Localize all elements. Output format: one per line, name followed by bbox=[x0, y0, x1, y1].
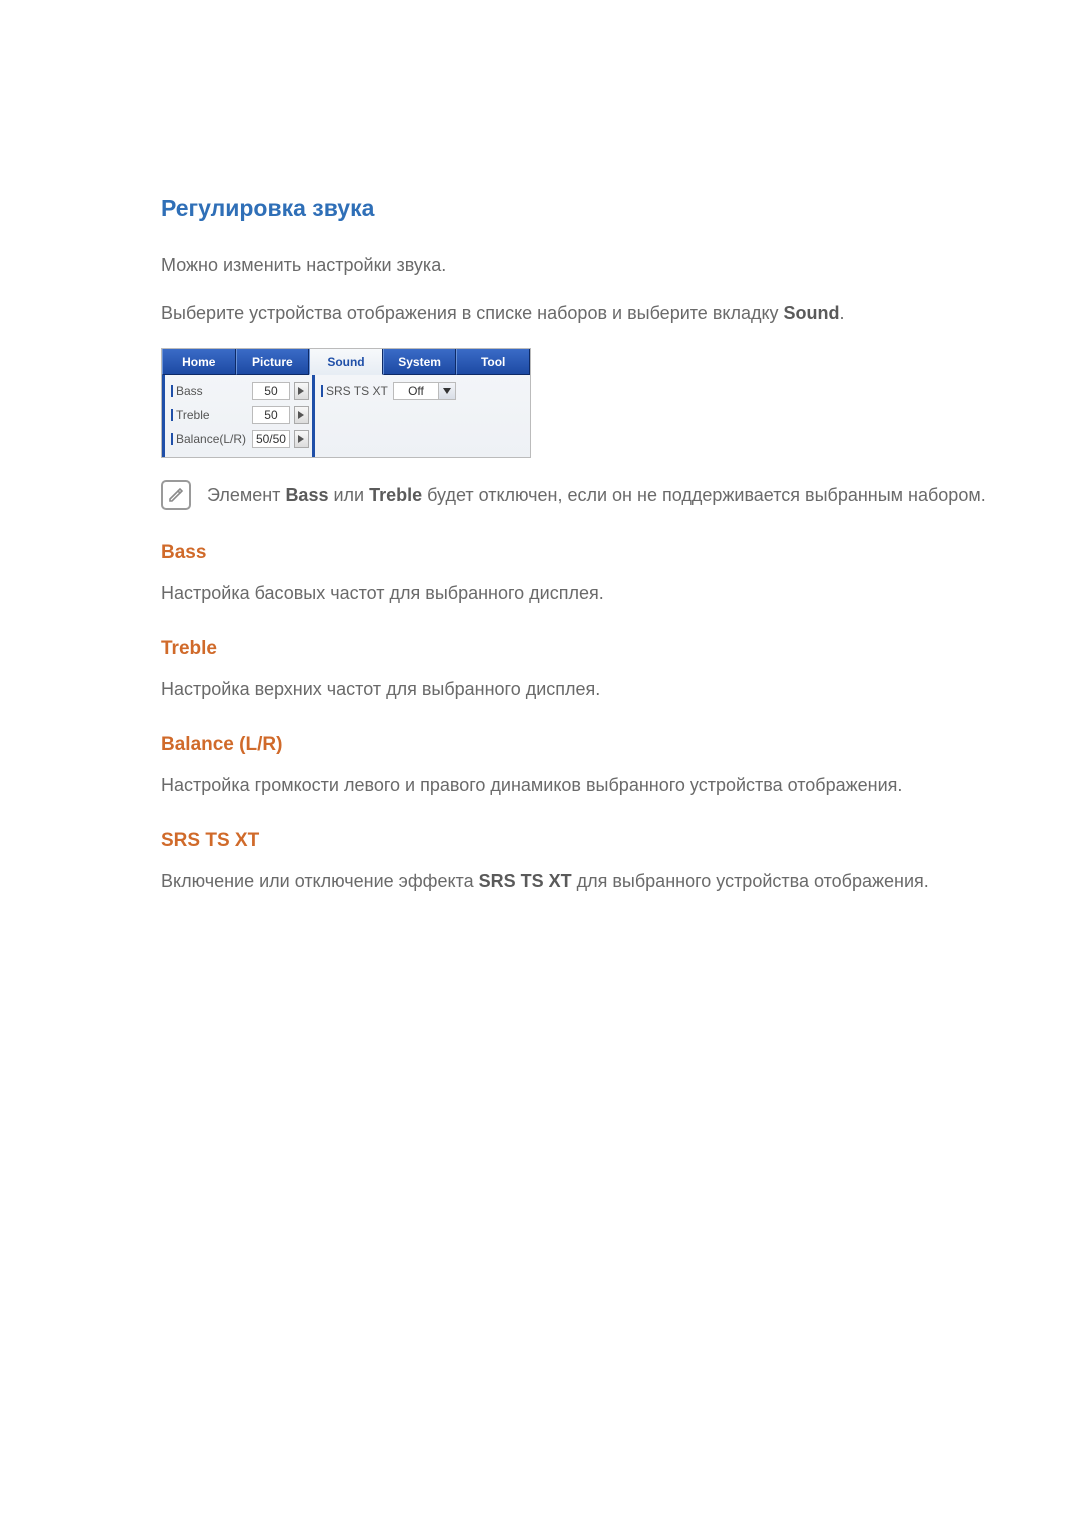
tab-picture[interactable]: Picture bbox=[236, 349, 310, 375]
srs-p-prefix: Включение или отключение эффекта bbox=[161, 871, 479, 891]
bass-value[interactable]: 50 bbox=[252, 382, 290, 400]
srs-p-bold: SRS TS XT bbox=[479, 871, 572, 891]
settings-col-left: Bass 50 Treble 50 Balance(L/R) 50/50 bbox=[165, 375, 315, 457]
treble-paragraph: Настройка верхних частот для выбранного … bbox=[161, 676, 990, 702]
srs-paragraph: Включение или отключение эффекта SRS TS … bbox=[161, 868, 990, 894]
bass-field-label-text: Bass bbox=[176, 384, 203, 398]
balance-field-label: Balance(L/R) bbox=[171, 432, 248, 446]
bass-heading: Bass bbox=[161, 542, 990, 564]
balance-paragraph: Настройка громкости левого и правого дин… bbox=[161, 772, 990, 798]
bass-paragraph: Настройка басовых частот для выбранного … bbox=[161, 580, 990, 606]
tab-tool[interactable]: Tool bbox=[456, 349, 530, 375]
bass-stepper-button[interactable] bbox=[294, 382, 309, 400]
note-mid: или bbox=[328, 485, 369, 505]
note-prefix: Элемент bbox=[207, 485, 285, 505]
note-suffix: будет отключен, если он не поддерживаетс… bbox=[422, 485, 986, 505]
treble-value[interactable]: 50 bbox=[252, 406, 290, 424]
note-text: Элемент Bass или Treble будет отключен, … bbox=[207, 485, 986, 506]
srs-field-label-text: SRS TS XT bbox=[326, 384, 388, 398]
balance-heading: Balance (L/R) bbox=[161, 734, 990, 756]
treble-stepper-button[interactable] bbox=[294, 406, 309, 424]
tab-home[interactable]: Home bbox=[162, 349, 236, 375]
treble-field-label-text: Treble bbox=[176, 408, 210, 422]
balance-value[interactable]: 50/50 bbox=[252, 430, 290, 448]
srs-dropdown-value: Off bbox=[394, 383, 438, 399]
settings-col-right: SRS TS XT Off bbox=[312, 375, 462, 457]
treble-field-label: Treble bbox=[171, 408, 248, 422]
intro2-suffix: . bbox=[840, 303, 845, 323]
balance-stepper-button[interactable] bbox=[294, 430, 309, 448]
intro-line-2: Выберите устройства отображения в списке… bbox=[161, 300, 990, 326]
note-bold-1: Bass bbox=[285, 485, 328, 505]
tab-system[interactable]: System bbox=[383, 349, 457, 375]
srs-p-suffix: для выбранного устройства отображения. bbox=[572, 871, 929, 891]
treble-heading: Treble bbox=[161, 638, 990, 660]
triangle-right-icon bbox=[298, 387, 304, 395]
srs-dropdown[interactable]: Off bbox=[393, 382, 456, 400]
row-balance: Balance(L/R) 50/50 bbox=[171, 427, 309, 451]
pencil-icon bbox=[167, 486, 185, 504]
triangle-right-icon bbox=[298, 411, 304, 419]
balance-field-label-text: Balance(L/R) bbox=[176, 432, 246, 446]
intro2-prefix: Выберите устройства отображения в списке… bbox=[161, 303, 784, 323]
row-bass: Bass 50 bbox=[171, 379, 309, 403]
settings-body: Bass 50 Treble 50 Balance(L/R) 50/50 bbox=[162, 375, 530, 457]
row-treble: Treble 50 bbox=[171, 403, 309, 427]
section-title: Регулировка звука bbox=[161, 195, 990, 222]
chevron-down-icon bbox=[443, 388, 451, 394]
note-icon bbox=[161, 480, 191, 510]
row-srs: SRS TS XT Off bbox=[321, 379, 456, 403]
srs-field-label: SRS TS XT bbox=[321, 384, 389, 398]
sound-settings-panel: Home Picture Sound System Tool Bass 50 T… bbox=[161, 348, 531, 458]
srs-heading: SRS TS XT bbox=[161, 830, 990, 852]
tab-bar: Home Picture Sound System Tool bbox=[162, 349, 530, 375]
srs-dropdown-button[interactable] bbox=[438, 383, 455, 399]
triangle-right-icon bbox=[298, 435, 304, 443]
tab-sound[interactable]: Sound bbox=[309, 349, 383, 375]
note-bold-2: Treble bbox=[369, 485, 422, 505]
note-block: Элемент Bass или Treble будет отключен, … bbox=[161, 480, 990, 510]
bass-field-label: Bass bbox=[171, 384, 248, 398]
intro-line-1: Можно изменить настройки звука. bbox=[161, 252, 990, 278]
intro2-bold: Sound bbox=[784, 303, 840, 323]
